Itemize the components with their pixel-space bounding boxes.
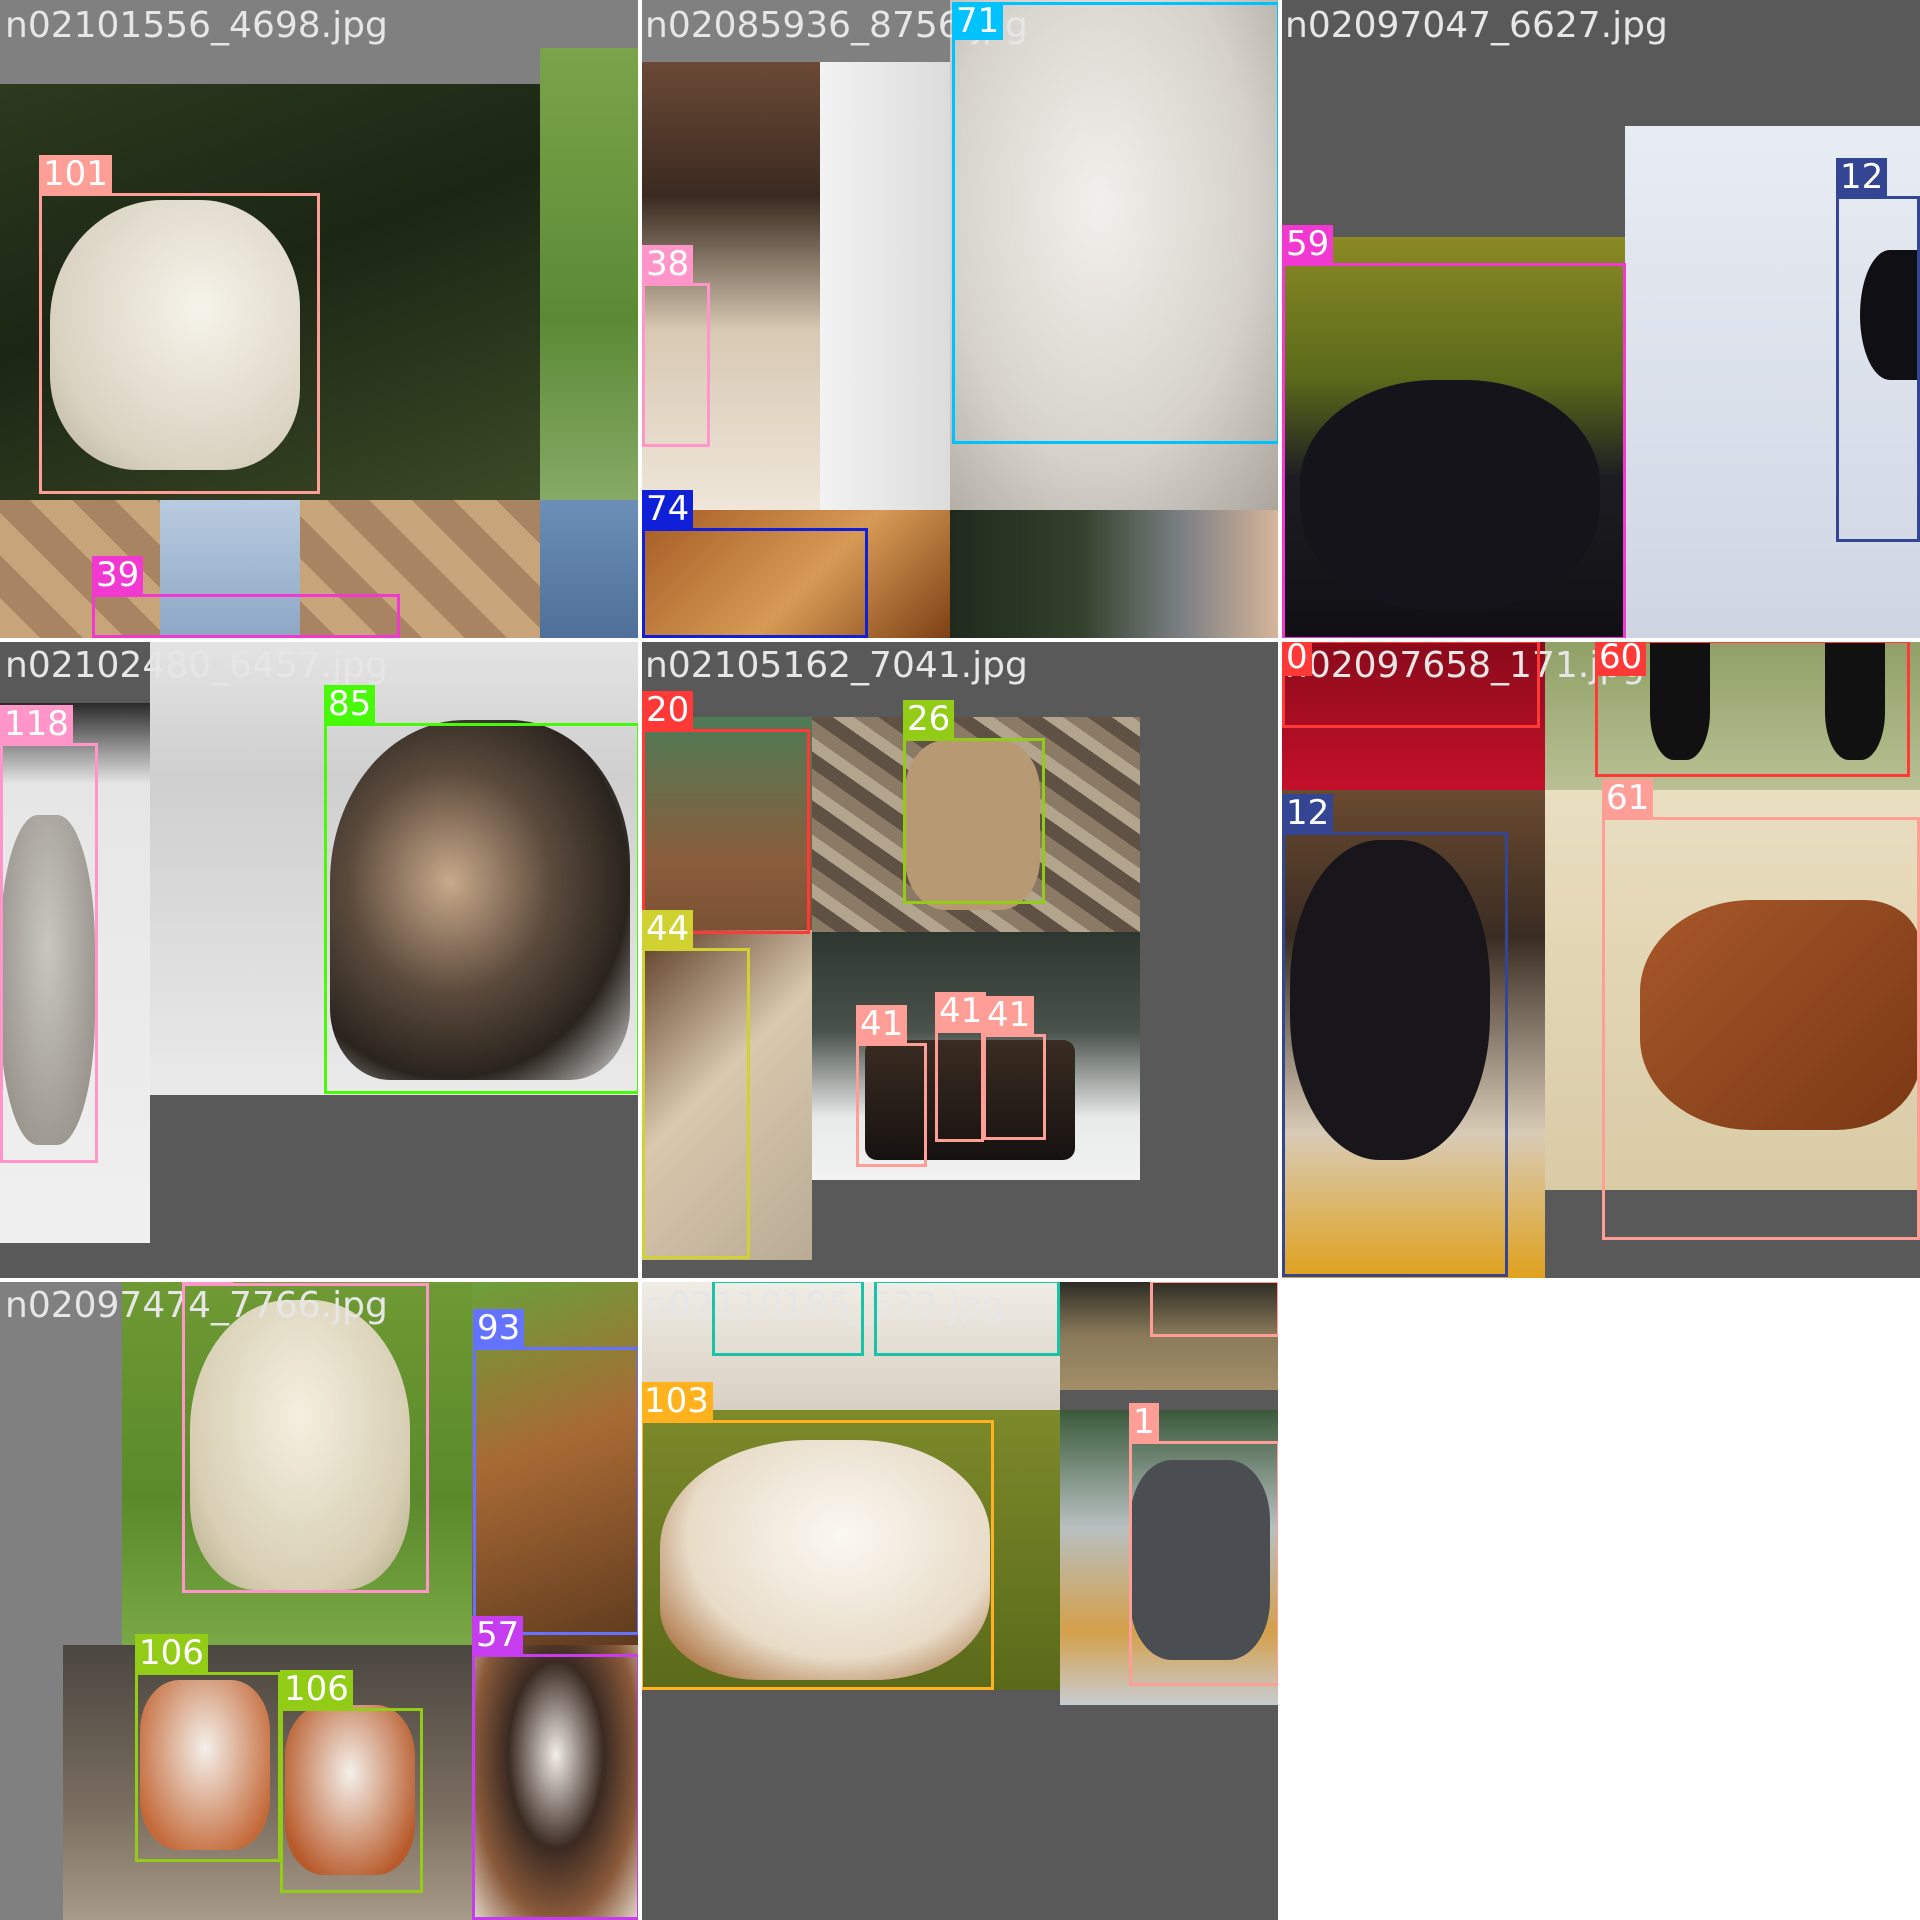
- bbox-label: 12: [1282, 794, 1334, 832]
- bbox: [1282, 640, 1540, 728]
- bbox-label: 41: [983, 996, 1035, 1034]
- bbox-label: 26: [903, 700, 955, 738]
- grid-separator: [0, 638, 1920, 642]
- bbox-label: 118: [0, 705, 73, 743]
- tile-4: n02105162_7041.jpg 20 26 44 41 41 41: [640, 640, 1280, 1280]
- bbox: [640, 1420, 994, 1690]
- bbox-label: 39: [92, 556, 144, 594]
- bbox: [952, 2, 1280, 444]
- bbox: [983, 1034, 1046, 1140]
- tile-filename: n02105162_7041.jpg: [645, 645, 1028, 686]
- bbox: [642, 948, 750, 1259]
- grid-separator: [638, 0, 642, 1920]
- bbox-label: 59: [1282, 225, 1334, 263]
- tile-3: n02102480_6457.jpg 118 85: [0, 640, 640, 1280]
- bbox: [92, 594, 400, 638]
- bbox-label: 12: [1836, 158, 1888, 196]
- bbox-label: 60: [1595, 640, 1647, 676]
- grid-separator: [1278, 1278, 1920, 1920]
- bbox: [856, 1043, 927, 1167]
- grid-separator: [0, 1278, 1280, 1282]
- bbox-label: 103: [640, 1382, 713, 1420]
- bbox: [1282, 832, 1508, 1277]
- bbox: [472, 1654, 640, 1920]
- bbox: [642, 283, 710, 447]
- bbox-label: 57: [472, 1616, 524, 1654]
- bbox: [1836, 196, 1920, 542]
- tile-filename: n02097047_6627.jpg: [1285, 5, 1668, 46]
- bbox: [712, 1280, 864, 1356]
- tile-2: n02097047_6627.jpg 59 12: [1280, 0, 1920, 640]
- bbox-label: 106: [135, 1634, 208, 1672]
- bbox: [1129, 1441, 1280, 1686]
- tile-filename: n02101556_4698.jpg: [5, 5, 388, 46]
- tile-0: n02101556_4698.jpg 101 39: [0, 0, 640, 640]
- bbox: [642, 729, 810, 934]
- bbox: [182, 1283, 429, 1593]
- bbox: [280, 1708, 423, 1893]
- bbox: [1150, 1280, 1280, 1337]
- bbox: [1602, 817, 1920, 1240]
- bbox-label: 93: [473, 1309, 525, 1347]
- bbox-label: 74: [642, 490, 694, 528]
- bbox: [324, 723, 640, 1094]
- bbox: [135, 1672, 281, 1862]
- bbox-label: 20: [642, 691, 694, 729]
- bbox: [874, 1280, 1060, 1356]
- bbox-label: 38: [642, 245, 694, 283]
- tile-1: n02085936_8756.jpg 38 71 74: [640, 0, 1280, 640]
- photo-man-portrait: [950, 510, 1280, 640]
- bbox-label: 1: [1129, 1403, 1159, 1441]
- bbox-label: 41: [856, 1005, 908, 1043]
- bbox-label: 101: [39, 155, 112, 193]
- bbox-label: 106: [280, 1670, 353, 1708]
- mosaic-grid: n02101556_4698.jpg 101 39 n02085936_8756…: [0, 0, 1920, 1920]
- tile-filename: n02102480_6457.jpg: [5, 645, 388, 686]
- tile-6: n02097474_7766.jpg 58 93 106 106 57: [0, 1280, 640, 1920]
- bbox: [0, 743, 98, 1163]
- bbox-label: 0: [1282, 640, 1312, 676]
- photo-lawn: [540, 48, 640, 500]
- bbox-label: 85: [324, 685, 376, 723]
- photo-glove: [540, 500, 640, 640]
- bbox: [903, 738, 1045, 904]
- tile-7: n02110185_632.jpg 29 29 101 103 1: [640, 1280, 1280, 1920]
- bbox: [1282, 263, 1626, 640]
- bbox: [935, 1030, 984, 1142]
- bbox-label: 41: [935, 992, 987, 1030]
- photo-fridge: [820, 62, 950, 510]
- bbox-label: 71: [952, 2, 1004, 40]
- tile-5: n02097658_171.jpg 0 60 12 61: [1280, 640, 1920, 1280]
- bbox: [642, 528, 868, 638]
- bbox: [39, 193, 320, 494]
- bbox-label: 44: [642, 910, 694, 948]
- bbox-label: 61: [1602, 779, 1654, 817]
- bbox: [473, 1347, 640, 1635]
